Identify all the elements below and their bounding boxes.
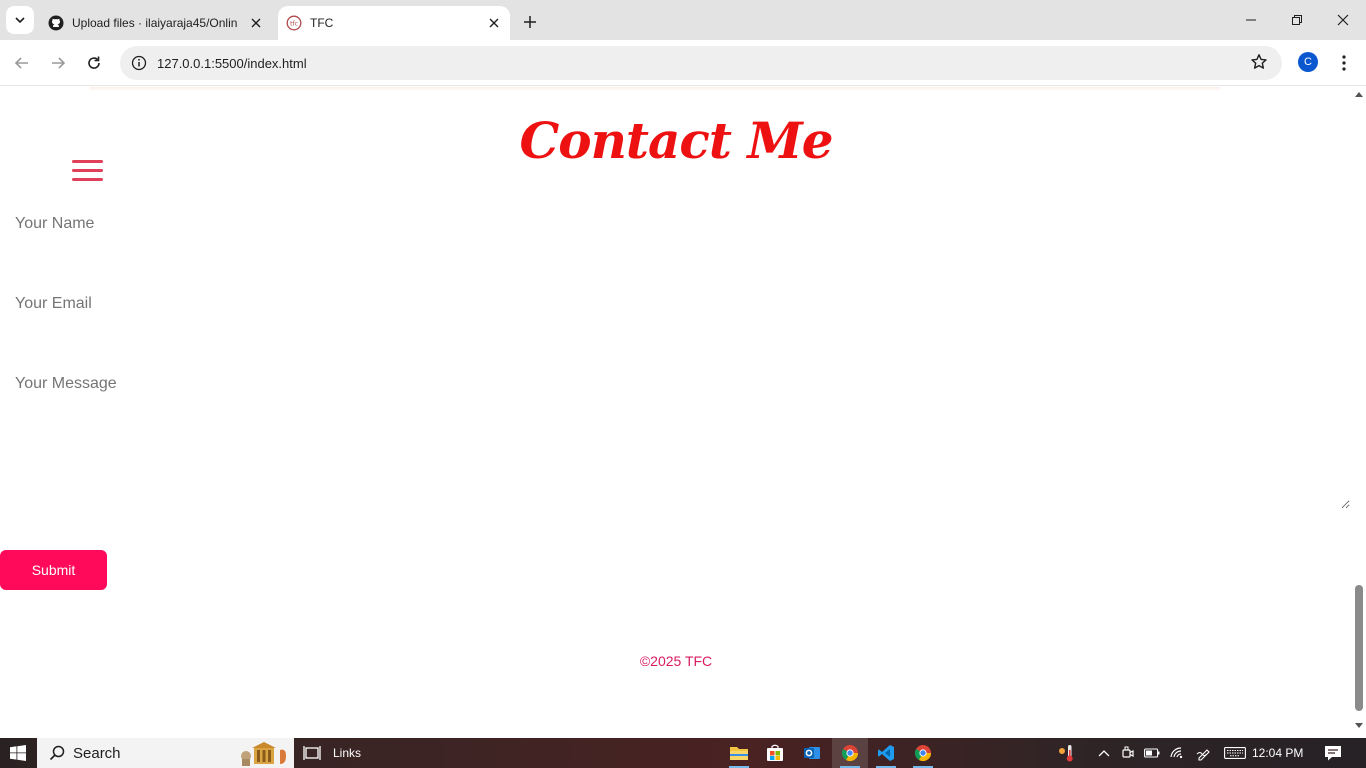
task-view-icon[interactable] (302, 743, 322, 763)
arrow-left-icon (14, 57, 28, 69)
search-icon (49, 745, 65, 761)
restore-icon (1292, 15, 1302, 25)
close-tab-icon[interactable] (484, 13, 504, 33)
header-shadow (90, 87, 1220, 91)
name-field[interactable] (15, 215, 1350, 233)
chrome-alt-icon[interactable] (905, 738, 941, 768)
profile-avatar[interactable]: C (1298, 52, 1318, 72)
chrome-icon[interactable] (832, 738, 868, 768)
windows-taskbar: Search Links 12:04 PM (0, 738, 1366, 768)
notification-icon[interactable] (1320, 738, 1346, 768)
search-label: Search (73, 744, 121, 762)
menu-kebab-icon[interactable] (1334, 51, 1354, 75)
page-scrollbar[interactable] (1352, 87, 1366, 738)
start-button[interactable] (0, 738, 36, 768)
github-icon (48, 15, 64, 31)
minimize-button[interactable] (1228, 0, 1274, 40)
weather-thermometer-icon[interactable] (1054, 738, 1078, 768)
submit-button[interactable]: Submit (0, 550, 107, 590)
search-highlight-art (236, 740, 292, 766)
minimize-icon (1246, 19, 1256, 21)
tab-tfc[interactable]: tfc TFC (278, 6, 510, 40)
page-viewport: Contact Me Submit ©2025 TFC (0, 87, 1352, 738)
url-text: 127.0.0.1:5500/index.html (157, 55, 307, 71)
address-bar[interactable]: 127.0.0.1:5500/index.html (120, 46, 1282, 80)
pen-menu-icon[interactable] (1192, 738, 1216, 768)
tab-title: TFC (310, 16, 334, 30)
footer-copyright: ©2025 TFC (639, 653, 713, 669)
outlook-icon[interactable] (794, 738, 830, 768)
svg-text:tfc: tfc (290, 21, 298, 28)
windows-logo-icon (10, 745, 26, 761)
touch-keyboard-icon[interactable] (1222, 738, 1248, 768)
wifi-icon[interactable] (1166, 738, 1188, 768)
browser-toolbar: 127.0.0.1:5500/index.html C (0, 40, 1366, 86)
close-icon (1337, 14, 1349, 26)
message-field[interactable] (15, 375, 1350, 509)
email-field[interactable] (15, 295, 1350, 313)
back-button[interactable] (8, 49, 36, 77)
forward-button[interactable] (44, 49, 72, 77)
reload-icon (88, 56, 100, 69)
close-window-button[interactable] (1320, 0, 1366, 40)
taskbar-clock[interactable]: 12:04 PM (1252, 746, 1303, 760)
store-icon[interactable] (757, 738, 793, 768)
tab-title: Upload files · ilaiyaraja45/Onlin (72, 16, 238, 30)
new-tab-button[interactable] (518, 10, 542, 34)
close-tab-icon[interactable] (246, 13, 266, 33)
scroll-thumb[interactable] (1355, 585, 1363, 711)
tab-github[interactable]: Upload files · ilaiyaraja45/Onlin (40, 6, 272, 40)
browser-tabbar: Upload files · ilaiyaraja45/Onlin tfc TF… (0, 0, 1366, 40)
show-hidden-icons-icon[interactable] (1094, 738, 1114, 768)
plus-icon (524, 16, 536, 28)
site-info-icon[interactable] (122, 55, 156, 71)
page-title: Contact Me (519, 111, 833, 170)
file-explorer-icon[interactable] (721, 738, 757, 768)
arrow-right-icon (52, 57, 66, 69)
scroll-down-icon[interactable] (1355, 723, 1363, 729)
chevron-down-icon (15, 17, 25, 24)
links-toolbar-label[interactable]: Links (333, 746, 361, 760)
meet-now-icon[interactable] (1118, 738, 1138, 768)
vscode-icon[interactable] (868, 738, 904, 768)
tab-search-button[interactable] (6, 6, 34, 34)
reload-button[interactable] (80, 49, 108, 77)
battery-icon[interactable] (1142, 738, 1162, 768)
taskbar-search[interactable]: Search (37, 738, 294, 768)
restore-button[interactable] (1274, 0, 1320, 40)
bookmark-star-icon[interactable] (1250, 53, 1268, 76)
site-logo-icon: tfc (286, 15, 302, 31)
scroll-up-icon[interactable] (1355, 91, 1363, 97)
hamburger-menu-icon[interactable] (72, 160, 104, 182)
